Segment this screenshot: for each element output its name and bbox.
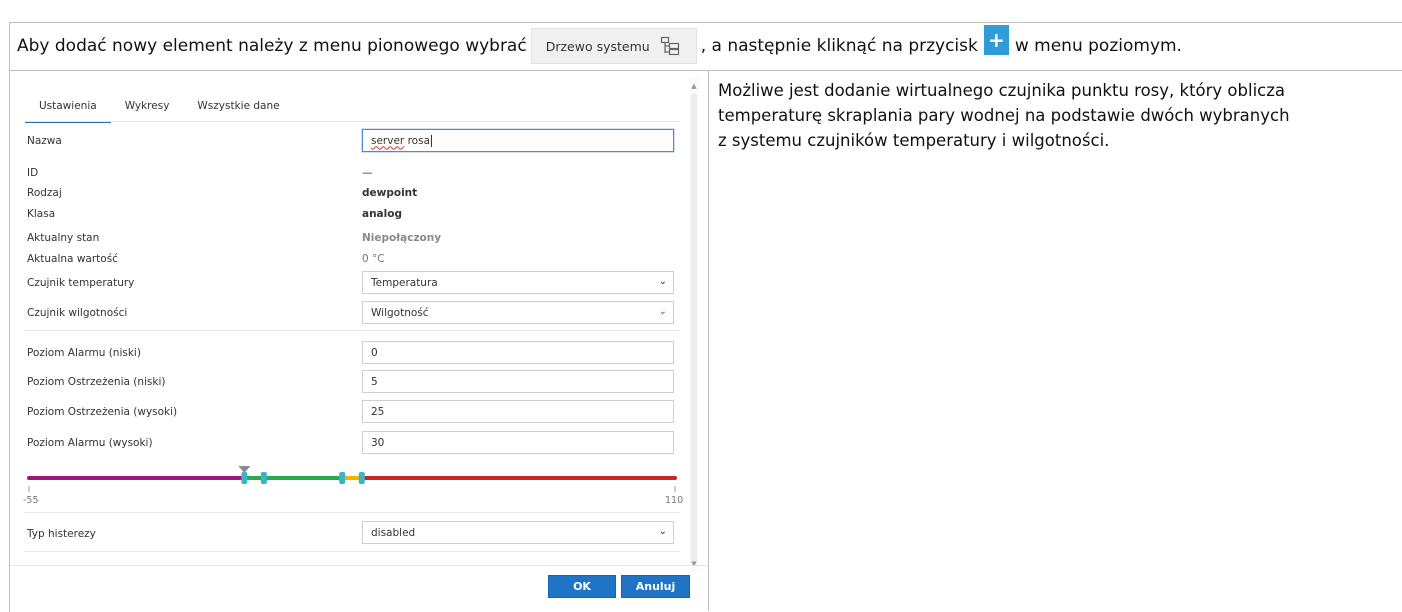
class-value: analog <box>362 208 402 220</box>
humidity-sensor-label: Czujnik wilgotności <box>27 307 128 319</box>
scroll-up-icon[interactable]: ▲ <box>689 81 699 91</box>
name-value-rest: rosa <box>404 134 431 147</box>
instruction-sentence: Aby dodać nowy element należy z menu pio… <box>17 25 1182 64</box>
section-divider <box>25 330 680 331</box>
slider-min-label: -55 <box>23 495 39 506</box>
alarm-low-value: 0 <box>371 346 378 359</box>
section-divider <box>25 512 680 513</box>
description-text: Możliwe jest dodanie wirtualnego czujnik… <box>718 78 1402 153</box>
name-label: Nazwa <box>27 135 62 147</box>
alarm-high-label: Poziom Alarmu (wysoki) <box>27 437 153 449</box>
slider-handle-0[interactable] <box>241 472 248 484</box>
sensor-settings-dialog: ▲ ▼ Ustawienia Wykresy Wszystkie dane Na… <box>10 71 707 610</box>
slider-handle-3[interactable] <box>358 472 365 484</box>
section-divider <box>25 551 680 552</box>
dialog-tabs: Ustawienia Wykresy Wszystkie dane <box>25 97 294 123</box>
threshold-slider[interactable] <box>10 456 707 496</box>
description-line: z systemu czujników temperatury i wilgot… <box>718 131 1110 150</box>
temp-sensor-label: Czujnik temperatury <box>27 277 135 289</box>
cancel-button[interactable]: Anuluj <box>621 575 690 598</box>
hysteresis-select[interactable]: disabled ⌄ <box>362 521 674 544</box>
id-label: ID <box>27 167 39 179</box>
layout-divider-vertical <box>708 70 709 611</box>
instruction-text-3: w menu poziomym. <box>1014 36 1182 56</box>
system-tree-button[interactable]: Drzewo systemu <box>530 28 697 64</box>
tree-icon <box>660 36 679 56</box>
slider-handle-1[interactable] <box>260 472 267 484</box>
tab-charts[interactable]: Wykresy <box>111 97 184 121</box>
text-caret <box>431 134 433 147</box>
humidity-sensor-value: Wilgotność <box>371 306 429 319</box>
temp-sensor-value: Temperatura <box>371 276 438 289</box>
state-label: Aktualny stan <box>27 232 100 244</box>
class-label: Klasa <box>27 208 56 220</box>
warning-high-value: 25 <box>371 405 385 418</box>
tab-settings[interactable]: Ustawienia <box>25 97 111 123</box>
instruction-text-1: Aby dodać nowy element należy z menu pio… <box>17 36 527 56</box>
dialog-footer-divider <box>10 565 707 566</box>
name-value-word: server <box>371 134 405 147</box>
warning-high-input[interactable]: 25 <box>362 400 674 423</box>
dialog-scrollbar[interactable]: ▲ ▼ <box>689 77 699 571</box>
alarm-low-label: Poziom Alarmu (niski) <box>27 347 141 359</box>
chevron-down-icon: ⌄ <box>658 276 667 287</box>
state-value: Niepołączony <box>362 232 442 244</box>
ok-button[interactable]: OK <box>548 575 616 598</box>
slider-handle-2[interactable] <box>339 472 346 484</box>
warning-low-label: Poziom Ostrzeżenia (niski) <box>27 376 166 388</box>
chevron-down-icon: ⌄ <box>658 526 667 537</box>
id-value: — <box>362 167 373 179</box>
name-input[interactable]: server rosa <box>362 129 674 152</box>
system-tree-label: Drzewo systemu <box>545 38 650 54</box>
current-value: 0 °C <box>362 253 385 265</box>
warning-low-input[interactable]: 5 <box>362 370 674 393</box>
alarm-low-input[interactable]: 0 <box>362 341 674 364</box>
description-line: temperaturę skraplania pary wodnej na po… <box>718 106 1290 125</box>
plus-icon[interactable]: + <box>983 25 1009 55</box>
scroll-down-icon[interactable]: ▼ <box>689 559 699 569</box>
humidity-sensor-select[interactable]: Wilgotność ⌄ <box>362 301 674 324</box>
type-label: Rodzaj <box>27 187 62 199</box>
tabs-underline <box>25 121 680 122</box>
type-value: dewpoint <box>362 187 418 199</box>
current-value-label: Aktualna wartość <box>27 253 118 265</box>
alarm-high-value: 30 <box>371 436 385 449</box>
alarm-high-input[interactable]: 30 <box>362 431 674 454</box>
current-value-marker <box>238 466 251 473</box>
description-line: Możliwe jest dodanie wirtualnego czujnik… <box>718 81 1286 100</box>
warning-high-label: Poziom Ostrzeżenia (wysoki) <box>27 406 178 418</box>
chevron-down-icon: ⌄ <box>658 306 667 317</box>
hysteresis-label: Typ histerezy <box>27 528 96 540</box>
hysteresis-value: disabled <box>371 526 416 539</box>
temp-sensor-select[interactable]: Temperatura ⌄ <box>362 271 674 294</box>
tab-all-data[interactable]: Wszystkie dane <box>183 97 293 121</box>
instruction-text-2: , a następnie kliknąć na przycisk <box>700 36 978 56</box>
slider-max-label: 110 <box>665 495 684 506</box>
warning-low-value: 5 <box>371 375 378 388</box>
